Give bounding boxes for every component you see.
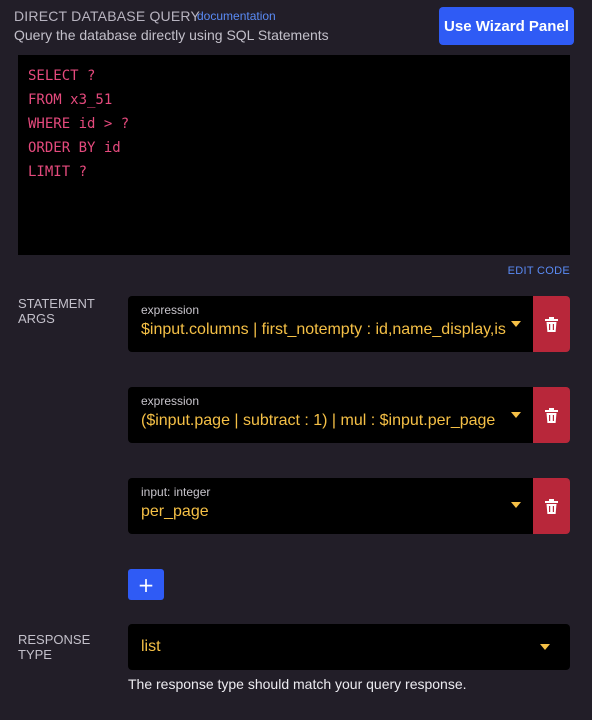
- chevron-down-icon: [540, 644, 550, 650]
- response-type-select[interactable]: list: [128, 624, 570, 670]
- arg-value: ($input.page | subtract : 1) | mul : $in…: [141, 412, 496, 429]
- chevron-down-icon[interactable]: [511, 412, 521, 418]
- arg-type-label: expression: [141, 303, 200, 317]
- edit-code-link[interactable]: EDIT CODE: [508, 265, 570, 277]
- statement-arg-field[interactable]: expression $input.columns | first_notemp…: [128, 296, 533, 352]
- statement-args-label: STATEMENT ARGS: [18, 296, 95, 326]
- code-line: ORDER BY id: [28, 140, 121, 156]
- delete-arg-button[interactable]: [533, 387, 570, 443]
- direct-db-query-panel: DIRECT DATABASE QUERY documentation Quer…: [0, 0, 592, 720]
- code-line: SELECT ?: [28, 68, 96, 84]
- statement-arg-field[interactable]: expression ($input.page | subtract : 1) …: [128, 387, 533, 443]
- statement-arg-row: expression ($input.page | subtract : 1) …: [128, 387, 570, 443]
- use-wizard-panel-button[interactable]: Use Wizard Panel: [439, 7, 574, 45]
- arg-type-label: expression: [141, 394, 200, 408]
- chevron-down-icon[interactable]: [511, 321, 521, 327]
- arg-value: per_page: [141, 503, 209, 520]
- code-line: LIMIT ?: [28, 164, 88, 180]
- documentation-link[interactable]: documentation: [197, 9, 276, 23]
- add-arg-button[interactable]: +: [128, 569, 164, 600]
- trash-icon: [545, 498, 558, 514]
- trash-icon: [545, 316, 558, 332]
- statement-arg-row: input: integer per_page: [128, 478, 570, 534]
- response-type-label: RESPONSE TYPE: [18, 632, 91, 662]
- delete-arg-button[interactable]: [533, 478, 570, 534]
- code-line: FROM x3_51: [28, 92, 113, 108]
- statement-arg-field[interactable]: input: integer per_page: [128, 478, 533, 534]
- code-line: WHERE id > ?: [28, 116, 130, 132]
- chevron-down-icon[interactable]: [511, 502, 521, 508]
- delete-arg-button[interactable]: [533, 296, 570, 352]
- panel-title: DIRECT DATABASE QUERY: [14, 8, 200, 24]
- panel-subtitle: Query the database directly using SQL St…: [14, 27, 329, 43]
- response-type-help-text: The response type should match your quer…: [128, 676, 467, 692]
- arg-value: $input.columns | first_notempty : id,nam…: [141, 321, 506, 338]
- trash-icon: [545, 407, 558, 423]
- sql-code-editor[interactable]: SELECT ? FROM x3_51 WHERE id > ? ORDER B…: [18, 55, 570, 255]
- arg-type-label: input: integer: [141, 485, 211, 499]
- statement-arg-row: expression $input.columns | first_notemp…: [128, 296, 570, 352]
- response-type-value: list: [141, 638, 161, 655]
